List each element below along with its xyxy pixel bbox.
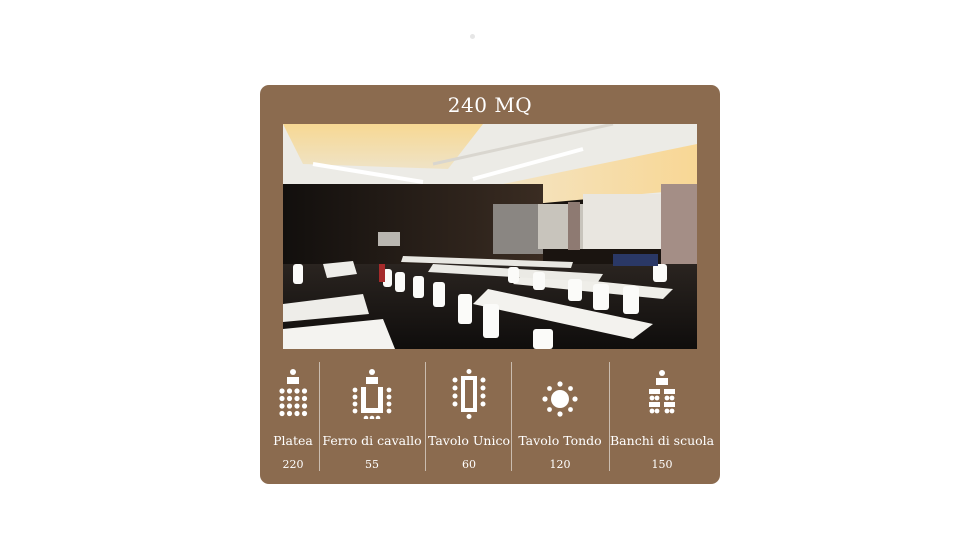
room-photo-image [283,124,697,349]
room-photo [283,124,697,349]
decorative-dot [470,34,475,39]
layout-banchi-di-scuola: Banchi di scuola 150 [610,359,714,477]
layout-capacity: 150 [651,458,673,471]
layout-label: Tavolo Tondo [518,433,602,448]
layout-capacity: 55 [365,458,379,471]
layout-capacity: 120 [549,458,571,471]
layout-ferro-di-cavallo: Ferro di cavallo 55 [320,359,424,477]
boardroom-table-icon [452,369,486,419]
seating-layouts: Platea 220 Ferro di cavallo 55 Tavolo Un… [260,359,720,477]
u-shape-icon [352,369,392,419]
round-table-icon [542,381,578,417]
layout-tavolo-tondo: Tavolo Tondo 120 [512,359,608,477]
classroom-icon [649,370,675,414]
layout-platea: Platea 220 [266,359,320,477]
theater-seating-icon [279,369,308,417]
layout-capacity: 60 [462,458,476,471]
layout-label: Tavolo Unico [427,433,510,448]
room-card: 240 MQ Platea 220 Ferro di cavallo 55 Ta… [260,85,720,484]
layout-label: Ferro di cavallo [322,433,422,448]
layout-label: Banchi di scuola [610,433,715,448]
layout-tavolo-unico: Tavolo Unico 60 [426,359,512,477]
layout-label: Platea [273,433,313,448]
layout-capacity: 220 [282,458,304,471]
room-size-title: 240 MQ [447,93,533,117]
